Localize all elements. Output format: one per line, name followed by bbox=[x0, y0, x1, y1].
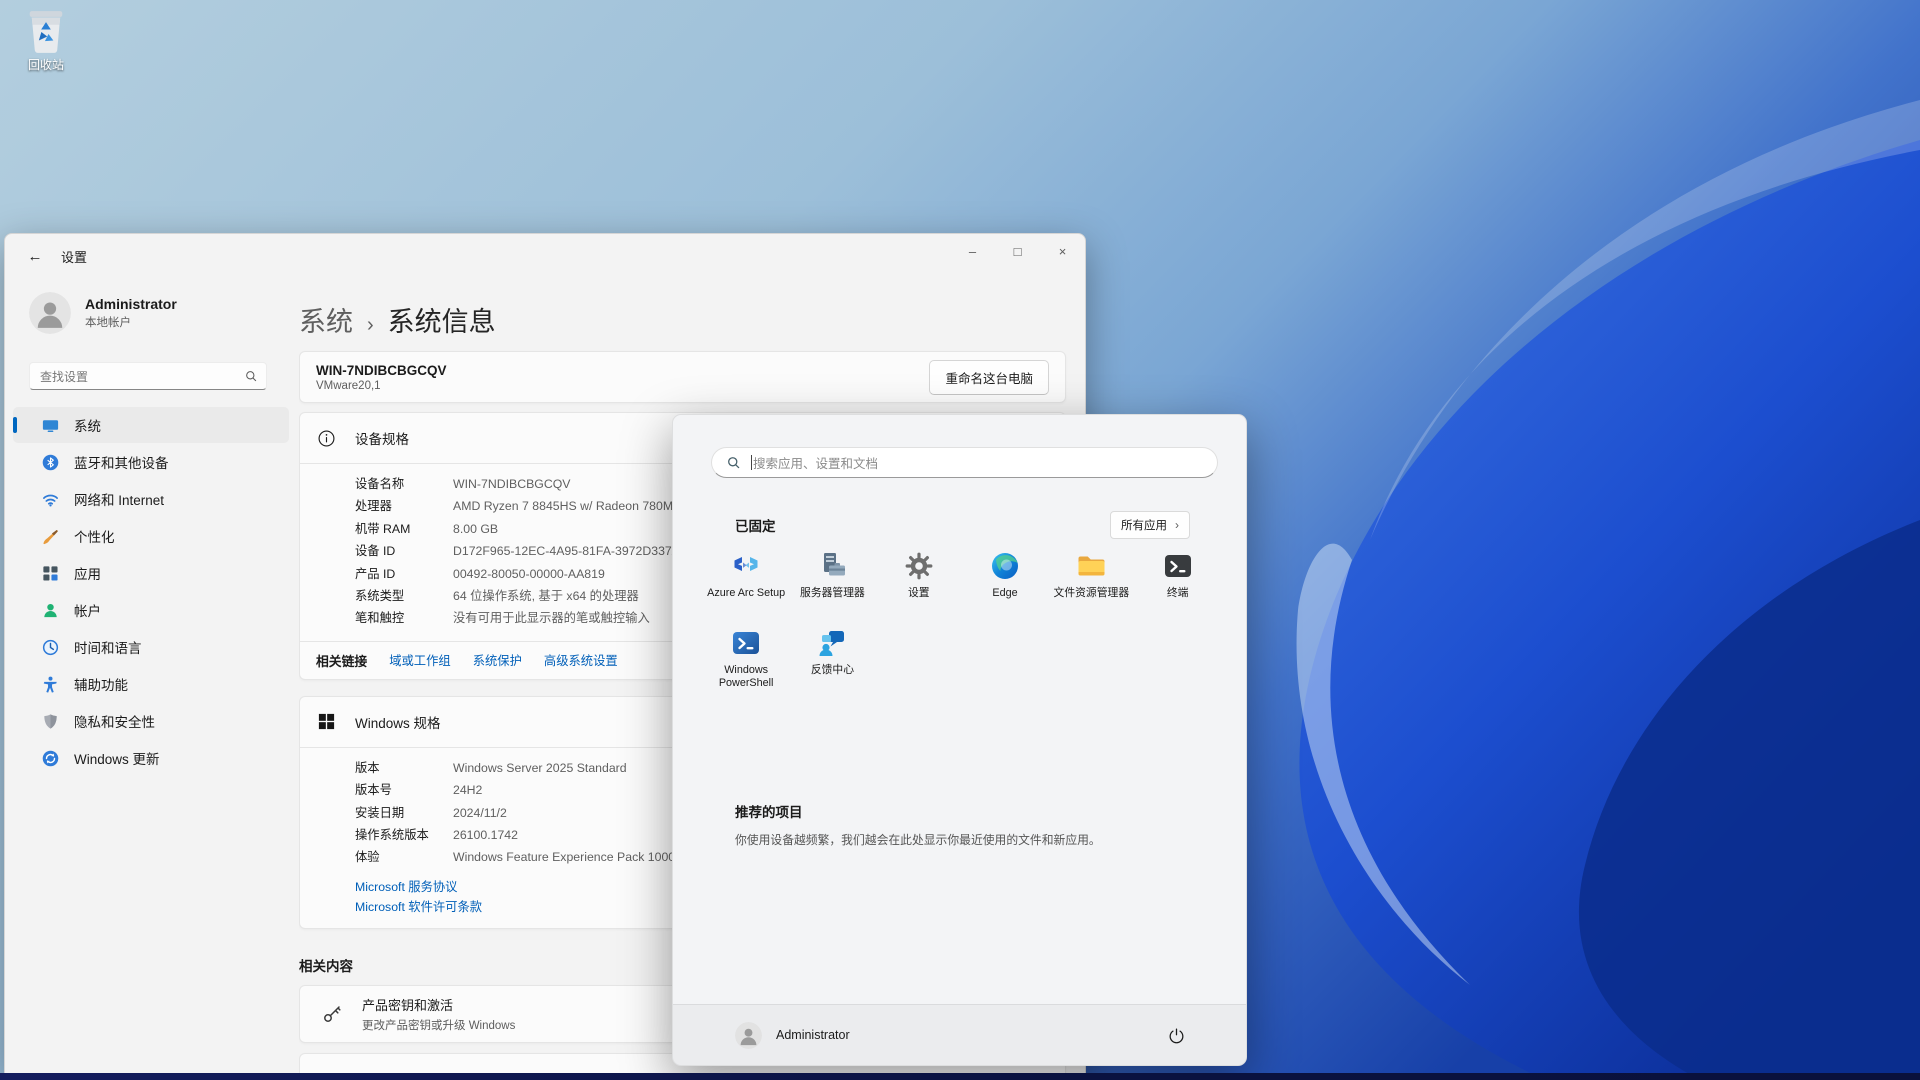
sidebar-item-privacy[interactable]: 隐私和安全性 bbox=[13, 703, 289, 739]
taskbar[interactable] bbox=[0, 1073, 1920, 1080]
device-name-card: WIN-7NDIBCBGCQV VMware20,1 重命名这台电脑 bbox=[299, 351, 1066, 403]
app-tile-file-explorer[interactable]: 文件资源管理器 bbox=[1048, 545, 1134, 622]
account-block[interactable]: Administrator 本地帐户 bbox=[29, 292, 177, 334]
app-tile-terminal[interactable]: 终端 bbox=[1134, 545, 1220, 622]
recommended-section-title: 推荐的项目 bbox=[735, 801, 803, 821]
apps-icon bbox=[41, 564, 60, 583]
recommended-hint: 你使用设备越频繁，我们越会在此处显示你最近使用的文件和新应用。 bbox=[735, 831, 1101, 848]
pinned-apps-grid: Azure Arc Setup 服务器管理器 设置 Edge bbox=[703, 545, 1221, 699]
app-tile-settings[interactable]: 设置 bbox=[876, 545, 962, 622]
user-name: Administrator bbox=[85, 296, 177, 312]
info-icon bbox=[317, 429, 336, 448]
azure-arc-icon bbox=[730, 550, 762, 582]
sidebar-item-network[interactable]: 网络和 Internet bbox=[13, 481, 289, 517]
user-avatar bbox=[735, 1022, 762, 1049]
person-icon bbox=[41, 601, 60, 620]
user-avatar bbox=[29, 292, 71, 334]
related-links-title: 相关链接 bbox=[316, 651, 367, 670]
windows-specs-title: Windows 规格 bbox=[355, 712, 441, 732]
settings-titlebar: ← 设置 – □ × bbox=[5, 234, 1085, 278]
maximize-button[interactable]: □ bbox=[995, 234, 1040, 268]
footer-user-button[interactable]: Administrator bbox=[735, 1022, 1158, 1049]
app-tile-powershell[interactable]: Windows PowerShell bbox=[703, 622, 789, 699]
settings-search-placeholder: 查找设置 bbox=[40, 368, 244, 385]
server-manager-icon bbox=[816, 550, 848, 582]
bluetooth-icon bbox=[41, 453, 60, 472]
sidebar-item-accounts[interactable]: 帐户 bbox=[13, 592, 289, 628]
device-specs-title: 设备规格 bbox=[355, 428, 409, 448]
wifi-icon bbox=[41, 490, 60, 509]
all-apps-button[interactable]: 所有应用 › bbox=[1110, 511, 1190, 539]
start-menu: 搜索应用、设置和文档 已固定 所有应用 › Azure Arc Setup 服务… bbox=[672, 414, 1247, 1066]
start-search-input[interactable]: 搜索应用、设置和文档 bbox=[711, 447, 1218, 478]
start-menu-footer: Administrator bbox=[673, 1004, 1246, 1065]
link-domain-workgroup[interactable]: 域或工作组 bbox=[389, 651, 451, 669]
app-tile-server-manager[interactable]: 服务器管理器 bbox=[789, 545, 875, 622]
rename-pc-button[interactable]: 重命名这台电脑 bbox=[929, 360, 1049, 395]
link-system-protection[interactable]: 系统保护 bbox=[473, 651, 522, 669]
sidebar-item-bluetooth[interactable]: 蓝牙和其他设备 bbox=[13, 444, 289, 480]
sidebar-item-accessibility[interactable]: 辅助功能 bbox=[13, 666, 289, 702]
shield-icon bbox=[41, 712, 60, 731]
edge-icon bbox=[989, 550, 1021, 582]
key-icon bbox=[320, 1002, 344, 1026]
minimize-button[interactable]: – bbox=[950, 234, 995, 268]
clock-icon bbox=[41, 638, 60, 657]
window-title: 设置 bbox=[61, 247, 87, 266]
recycle-bin[interactable]: 回收站 bbox=[10, 8, 82, 73]
footer-user-name: Administrator bbox=[776, 1028, 850, 1042]
sidebar-item-windows-update[interactable]: Windows 更新 bbox=[13, 740, 289, 776]
terminal-icon bbox=[1162, 550, 1194, 582]
feedback-hub-icon bbox=[816, 627, 848, 659]
sidebar-item-time-language[interactable]: 时间和语言 bbox=[13, 629, 289, 665]
recycle-bin-label: 回收站 bbox=[10, 56, 82, 73]
breadcrumb: 系统 › 系统信息 bbox=[299, 300, 1069, 339]
sidebar-item-system[interactable]: 系统 bbox=[13, 407, 289, 443]
settings-sidebar: Administrator 本地帐户 查找设置 系统 蓝牙和其他设备 bbox=[5, 278, 297, 1073]
product-key-title: 产品密钥和激活 bbox=[362, 995, 515, 1014]
breadcrumb-parent[interactable]: 系统 bbox=[299, 300, 353, 339]
device-model: VMware20,1 bbox=[316, 380, 929, 392]
text-cursor bbox=[751, 455, 752, 470]
search-icon bbox=[244, 369, 258, 383]
close-button[interactable]: × bbox=[1040, 234, 1085, 268]
folder-icon bbox=[1075, 550, 1107, 582]
app-tile-azure-arc-setup[interactable]: Azure Arc Setup bbox=[703, 545, 789, 622]
app-tile-edge[interactable]: Edge bbox=[962, 545, 1048, 622]
breadcrumb-separator: › bbox=[367, 314, 374, 337]
pinned-section-title: 已固定 bbox=[735, 515, 1110, 535]
accessibility-icon bbox=[41, 675, 60, 694]
settings-search-input[interactable]: 查找设置 bbox=[29, 362, 267, 390]
desktop: 回收站 ← 设置 – □ × Administrator 本地帐户 bbox=[0, 0, 1920, 1080]
windows-logo-icon bbox=[317, 712, 336, 731]
power-button[interactable] bbox=[1158, 1018, 1194, 1052]
gear-icon bbox=[903, 550, 935, 582]
sidebar-item-personalization[interactable]: 个性化 bbox=[13, 518, 289, 554]
link-advanced-system-settings[interactable]: 高级系统设置 bbox=[544, 651, 618, 669]
sidebar-item-apps[interactable]: 应用 bbox=[13, 555, 289, 591]
update-icon bbox=[41, 749, 60, 768]
brush-icon bbox=[41, 527, 60, 546]
recycle-bin-icon bbox=[25, 8, 67, 54]
chevron-right-icon: › bbox=[1175, 518, 1179, 532]
app-tile-feedback-hub[interactable]: 反馈中心 bbox=[789, 622, 875, 699]
product-key-sub: 更改产品密钥或升级 Windows bbox=[362, 1017, 515, 1033]
breadcrumb-current: 系统信息 bbox=[388, 300, 496, 339]
system-icon bbox=[41, 416, 60, 435]
device-name: WIN-7NDIBCBGCQV bbox=[316, 363, 929, 378]
powershell-icon bbox=[730, 627, 762, 659]
user-type: 本地帐户 bbox=[85, 314, 177, 330]
settings-nav: 系统 蓝牙和其他设备 网络和 Internet 个性化 应用 bbox=[13, 406, 289, 777]
power-icon bbox=[1167, 1026, 1186, 1045]
start-search-placeholder: 搜索应用、设置和文档 bbox=[753, 453, 878, 472]
search-icon bbox=[726, 455, 741, 470]
back-button[interactable]: ← bbox=[19, 244, 51, 268]
